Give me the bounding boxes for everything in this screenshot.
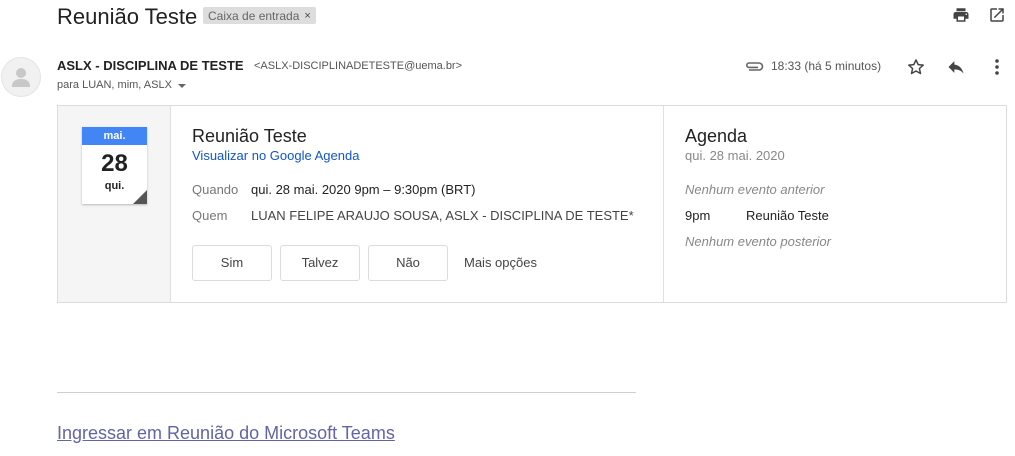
agenda-panel: Agenda qui. 28 mai. 2020 Nenhum evento a… <box>685 106 985 302</box>
agenda-title: Agenda <box>685 126 748 146</box>
when-value: qui. 28 mai. 2020 9pm – 9:30pm (BRT) <box>251 182 476 197</box>
no-previous-event: Nenhum evento anterior <box>685 182 825 197</box>
agenda-event-time: 9pm <box>685 208 711 223</box>
sender-avatar[interactable] <box>1 57 41 97</box>
recipients-toggle[interactable]: para LUAN, mim, ASLX <box>57 79 186 91</box>
invite-details: Reunião Teste Visualizar no Google Agend… <box>192 106 662 302</box>
no-next-event: Nenhum evento posterior <box>685 234 831 249</box>
person-icon <box>12 68 30 87</box>
inbox-label-chip[interactable]: Caixa de entrada × <box>203 7 316 24</box>
who-value: LUAN FELIPE ARAUJO SOUSA, ASLX - DISCIPL… <box>251 208 634 223</box>
calendar-date-icon: mai. 28 qui. <box>82 127 147 204</box>
calendar-day: 28 <box>101 150 128 177</box>
chevron-down-icon <box>177 83 186 88</box>
calendar-fold <box>133 190 147 204</box>
rsvp-yes-button[interactable]: Sim <box>192 245 272 281</box>
invite-divider <box>663 106 664 302</box>
open-in-new-window-icon[interactable] <box>988 6 1006 24</box>
agenda-date: qui. 28 mai. 2020 <box>685 148 785 163</box>
star-icon[interactable] <box>906 57 926 77</box>
sender-name[interactable]: ASLX - DISCIPLINA DE TESTE <box>57 58 244 73</box>
reply-icon[interactable] <box>946 57 966 77</box>
recipients-text: para LUAN, mim, ASLX <box>57 79 172 91</box>
who-label: Quem <box>192 208 228 223</box>
more-vertical-icon[interactable] <box>987 57 1007 77</box>
rsvp-no-button[interactable]: Não <box>368 245 448 281</box>
paperclip-icon <box>746 62 764 71</box>
calendar-invite-card: mai. 28 qui. Reunião Teste Visualizar no… <box>57 105 1007 303</box>
agenda-event-name[interactable]: Reunião Teste <box>746 208 829 223</box>
calendar-month: mai. <box>82 127 147 145</box>
print-icon[interactable] <box>952 6 970 24</box>
rsvp-maybe-button[interactable]: Talvez <box>280 245 360 281</box>
join-teams-meeting-link[interactable]: Ingressar em Reunião do Microsoft Teams <box>57 423 395 444</box>
more-options-button[interactable]: Mais opções <box>464 255 537 270</box>
body-divider <box>57 392 636 393</box>
when-label: Quando <box>192 182 239 197</box>
invite-date-panel: mai. 28 qui. <box>58 106 171 302</box>
event-title: Reunião Teste <box>192 126 307 146</box>
email-subject: Reunião Teste <box>57 4 198 29</box>
email-timestamp: 18:33 (há 5 minutos) <box>771 59 882 73</box>
inbox-label-text: Caixa de entrada <box>208 9 300 23</box>
remove-label-icon[interactable]: × <box>304 10 310 22</box>
sender-email: <ASLX-DISCIPLINADETESTE@uema.br> <box>254 60 463 72</box>
view-in-google-calendar-link[interactable]: Visualizar no Google Agenda <box>192 148 359 163</box>
